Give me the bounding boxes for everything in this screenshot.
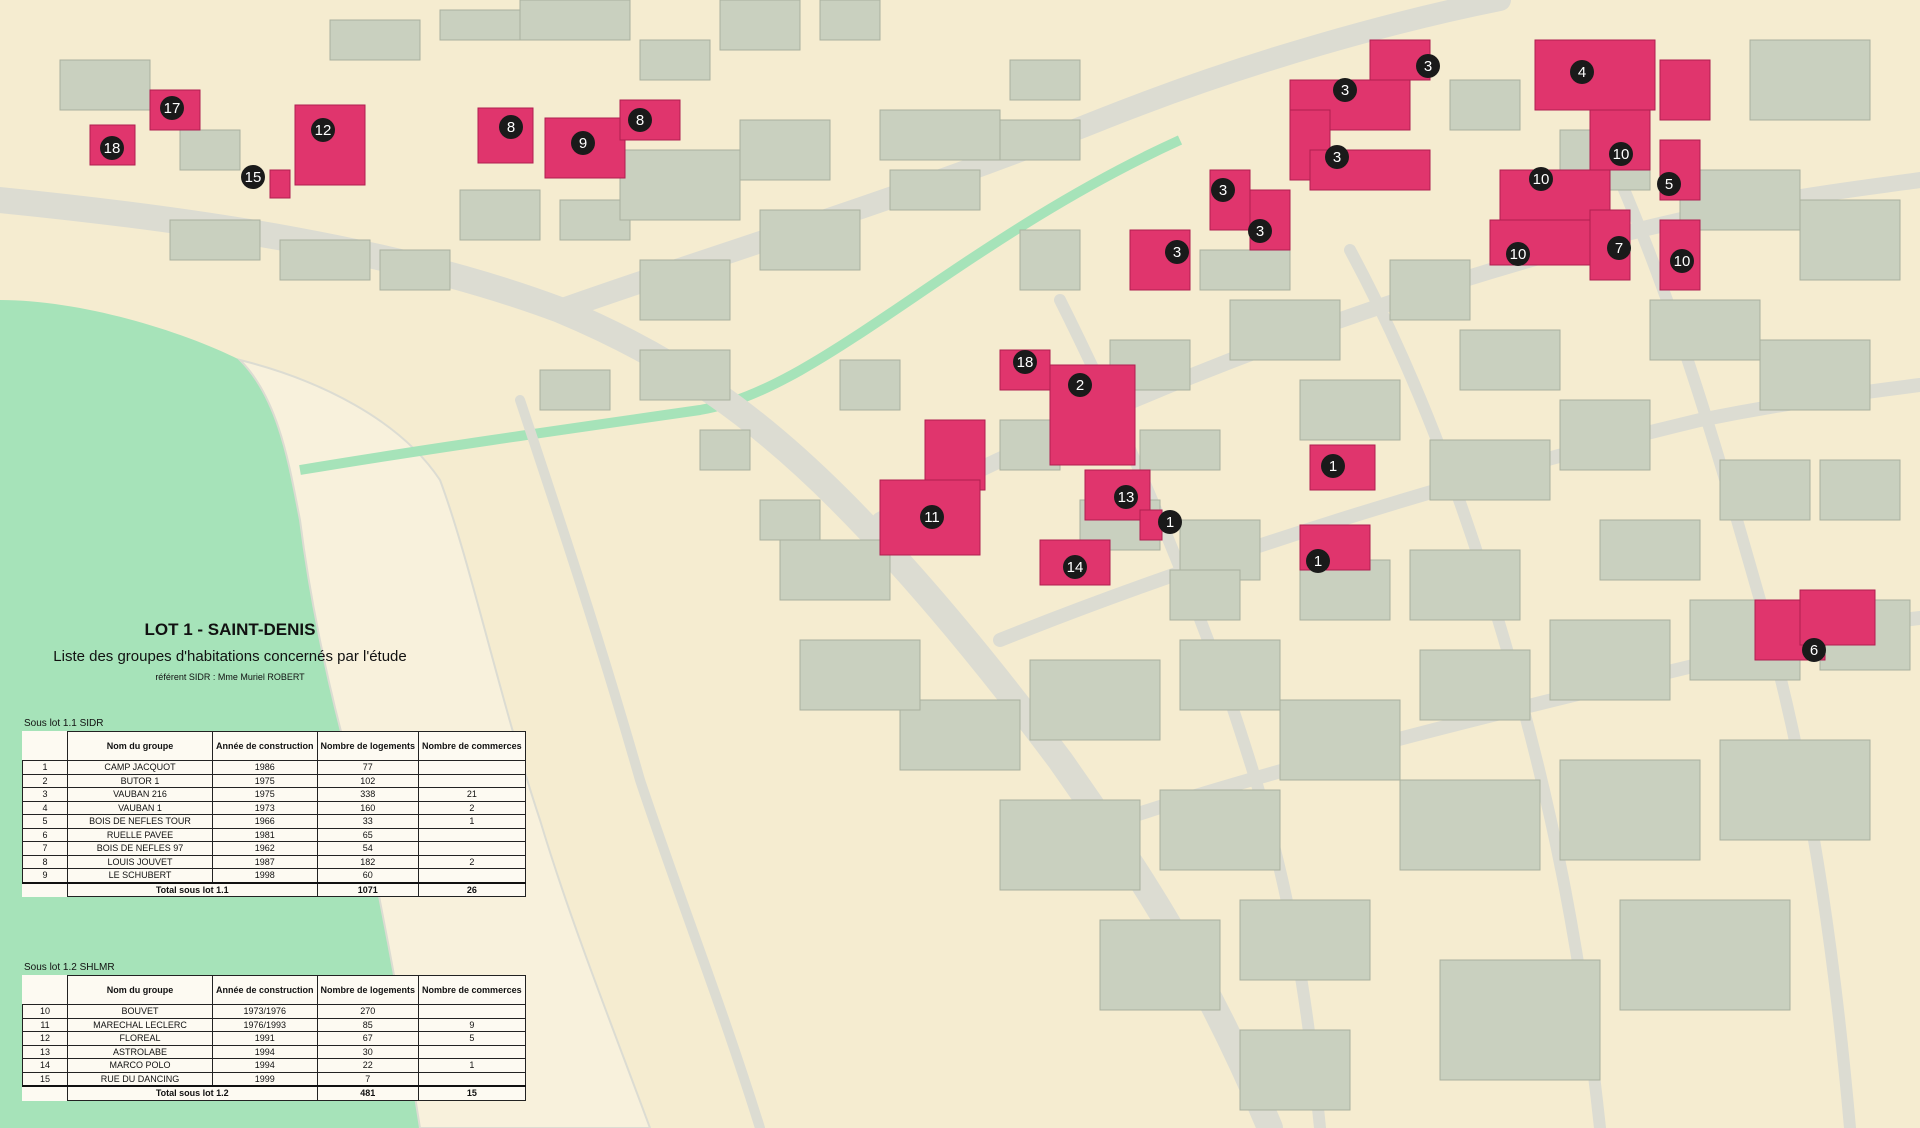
sidr-table: Nom du groupe Année de construction Nomb… <box>22 731 526 897</box>
svg-text:10: 10 <box>1613 146 1630 163</box>
svg-text:1: 1 <box>1314 553 1322 570</box>
map-marker[interactable]: 11 <box>920 505 944 529</box>
svg-text:1: 1 <box>1166 514 1174 531</box>
map-marker[interactable]: 10 <box>1506 242 1530 266</box>
map-marker[interactable]: 15 <box>241 165 265 189</box>
svg-text:18: 18 <box>1017 354 1034 371</box>
total-row: Total sous lot 1.1 1071 26 <box>22 881 526 897</box>
map-marker[interactable]: 3 <box>1416 54 1440 78</box>
svg-text:18: 18 <box>104 140 121 157</box>
svg-text:9: 9 <box>579 135 587 152</box>
svg-text:5: 5 <box>1665 176 1673 193</box>
map-marker[interactable]: 3 <box>1333 78 1357 102</box>
svg-text:8: 8 <box>507 119 515 136</box>
header-logements: Nombre de logements <box>316 975 420 1005</box>
map-marker[interactable]: 4 <box>1570 60 1594 84</box>
table-row: 9 LE SCHUBERT 1998 60 <box>22 868 526 883</box>
map-marker[interactable]: 3 <box>1248 219 1272 243</box>
map-marker[interactable]: 7 <box>1607 236 1631 260</box>
referent-label: référent SIDR : Mme Muriel ROBERT <box>155 672 305 682</box>
table-row: 8 LOUIS JOUVET 1987 182 2 <box>22 854 526 869</box>
map-marker[interactable]: 17 <box>160 96 184 120</box>
table-row: 14 MARCO POLO 1994 22 1 <box>22 1058 526 1073</box>
map-marker[interactable]: 5 <box>1657 172 1681 196</box>
header-year: Année de construction <box>212 975 318 1005</box>
table-row: 1 CAMP JACQUOT 1986 77 <box>22 760 526 775</box>
table-row: 11 MARECHAL LECLERC 1976/1993 85 9 <box>22 1017 526 1032</box>
header-logements: Nombre de logements <box>316 731 420 761</box>
svg-text:10: 10 <box>1533 171 1550 188</box>
map-marker[interactable]: 2 <box>1068 373 1092 397</box>
table-row: 12 FLOREAL 1991 67 5 <box>22 1031 526 1046</box>
map-marker[interactable]: 13 <box>1114 485 1138 509</box>
table-row: 13 ASTROLABE 1994 30 <box>22 1044 526 1059</box>
svg-text:3: 3 <box>1424 58 1432 75</box>
table-row: 2 BUTOR 1 1975 102 <box>22 773 526 788</box>
shlmr-table: Nom du groupe Année de construction Nomb… <box>22 975 526 1101</box>
svg-text:7: 7 <box>1615 240 1623 257</box>
map-marker[interactable]: 14 <box>1063 555 1087 579</box>
svg-text:3: 3 <box>1256 223 1264 240</box>
svg-text:2: 2 <box>1076 377 1084 394</box>
map-marker[interactable]: 3 <box>1165 240 1189 264</box>
svg-text:14: 14 <box>1067 559 1084 576</box>
map-marker[interactable]: 1 <box>1158 510 1182 534</box>
map-marker[interactable]: 3 <box>1211 178 1235 202</box>
map-marker[interactable]: 8 <box>628 108 652 132</box>
svg-text:1: 1 <box>1329 458 1337 475</box>
svg-text:15: 15 <box>245 169 262 186</box>
map-marker[interactable]: 18 <box>100 136 124 160</box>
map-marker[interactable]: 3 <box>1325 145 1349 169</box>
svg-text:8: 8 <box>636 112 644 129</box>
sous-lot-1-1-label: Sous lot 1.1 SIDR <box>24 718 104 729</box>
sous-lot-1-2-label: Sous lot 1.2 SHLMR <box>24 962 115 973</box>
svg-text:3: 3 <box>1173 244 1181 261</box>
svg-text:17: 17 <box>164 100 181 117</box>
header-name: Nom du groupe <box>67 975 213 1005</box>
map[interactable]: 18 17 15 12 8 9 8 3 3 3 3 3 3 4 10 10 10… <box>0 0 1920 1128</box>
svg-text:11: 11 <box>924 509 940 526</box>
table-row: 10 BOUVET 1973/1976 270 <box>22 1004 526 1019</box>
table-row: 15 RUE DU DANCING 1999 7 <box>22 1071 526 1087</box>
svg-text:10: 10 <box>1674 253 1691 270</box>
lot-title: LOT 1 - SAINT-DENIS <box>144 620 316 639</box>
map-marker[interactable]: 10 <box>1670 249 1694 273</box>
map-marker[interactable]: 18 <box>1013 350 1037 374</box>
header-name: Nom du groupe <box>67 731 213 761</box>
svg-text:12: 12 <box>315 122 332 139</box>
svg-text:10: 10 <box>1510 246 1527 263</box>
map-marker[interactable]: 10 <box>1609 142 1633 166</box>
header-commerces: Nombre de commerces <box>418 975 526 1005</box>
header-commerces: Nombre de commerces <box>418 731 526 761</box>
map-marker[interactable]: 6 <box>1802 638 1826 662</box>
map-marker[interactable]: 1 <box>1321 454 1345 478</box>
map-marker[interactable]: 12 <box>311 118 335 142</box>
map-marker[interactable]: 9 <box>571 131 595 155</box>
table-row: 5 BOIS DE NEFLES TOUR 1966 33 1 <box>22 814 526 829</box>
svg-text:3: 3 <box>1341 82 1349 99</box>
table-row: 6 RUELLE PAVEE 1981 65 <box>22 827 526 842</box>
svg-text:3: 3 <box>1333 149 1341 166</box>
table-row: 4 VAUBAN 1 1973 160 2 <box>22 800 526 815</box>
lot-subtitle: Liste des groupes d'habitations concerné… <box>53 648 407 665</box>
header-year: Année de construction <box>212 731 318 761</box>
map-marker[interactable]: 10 <box>1529 167 1553 191</box>
total-row: Total sous lot 1.2 481 15 <box>22 1085 526 1101</box>
table-row: 7 BOIS DE NEFLES 97 1962 54 <box>22 841 526 856</box>
svg-text:6: 6 <box>1810 642 1818 659</box>
svg-text:13: 13 <box>1118 489 1135 506</box>
svg-text:3: 3 <box>1219 182 1227 199</box>
table-row: 3 VAUBAN 216 1975 338 21 <box>22 787 526 802</box>
map-marker[interactable]: 1 <box>1306 549 1330 573</box>
svg-text:4: 4 <box>1578 64 1586 81</box>
map-marker[interactable]: 8 <box>499 115 523 139</box>
